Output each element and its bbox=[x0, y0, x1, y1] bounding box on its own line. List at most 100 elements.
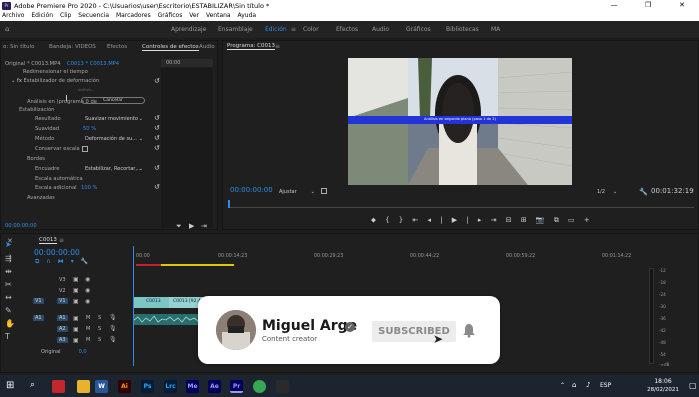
mark-in-button[interactable]: { bbox=[385, 216, 399, 224]
step-forward-button[interactable]: |▸ bbox=[466, 216, 490, 224]
program-timecode[interactable]: 00:00:00:00 bbox=[230, 186, 273, 194]
cancel-button[interactable]: Cancelar bbox=[81, 97, 145, 104]
microphone-icon[interactable]: 🎙 bbox=[109, 336, 117, 343]
taskbar-app-lightroom[interactable]: Lrc bbox=[164, 380, 177, 393]
lock-icon[interactable]: ▣ bbox=[73, 326, 79, 333]
tab-controles-efectos[interactable]: Controles de efectos bbox=[142, 44, 199, 51]
menu-graficos[interactable]: Gráficos bbox=[158, 11, 183, 21]
tab-sin-titulo[interactable]: o: Sin título bbox=[3, 44, 34, 50]
eye-icon[interactable]: ◉ bbox=[85, 276, 90, 283]
reset-addscale-icon[interactable]: ↺ bbox=[154, 183, 160, 191]
extract-button[interactable]: ⊞ bbox=[521, 216, 536, 224]
borders-section[interactable]: Bordes bbox=[27, 156, 45, 165]
taskbar-app-word[interactable]: W bbox=[95, 380, 108, 393]
program-scrubber[interactable] bbox=[228, 200, 694, 208]
method-dropdown[interactable]: Deformación de su... ⌄ bbox=[85, 136, 145, 143]
track-name-a2[interactable]: A2 bbox=[57, 326, 68, 332]
lock-icon[interactable]: ▣ bbox=[73, 315, 79, 322]
track-name-v2[interactable]: V2 bbox=[59, 288, 66, 294]
clock-date[interactable]: 28/02/2021 bbox=[642, 387, 684, 393]
mute-button[interactable]: M bbox=[86, 337, 90, 343]
menu-marcadores[interactable]: Marcadores bbox=[116, 11, 151, 21]
zoom-dropdown[interactable]: Ajustar ⌄ bbox=[279, 189, 321, 197]
solo-button[interactable]: S bbox=[98, 315, 101, 321]
work-area-bar[interactable] bbox=[161, 264, 234, 266]
hand-tool-icon[interactable]: ✋ bbox=[5, 319, 15, 328]
taskbar-app-1[interactable] bbox=[52, 380, 65, 393]
taskbar-app-photoshop[interactable]: Ps bbox=[141, 380, 154, 393]
filter-icon[interactable]: ⏷ bbox=[176, 222, 182, 231]
workspace-bibliotecas[interactable]: Bibliotecas bbox=[446, 26, 479, 33]
comparison-button[interactable]: ⧉ bbox=[554, 216, 568, 224]
network-icon[interactable]: ⌂ bbox=[572, 381, 576, 389]
resolution-dropdown[interactable]: 1/2 ⌄ bbox=[597, 189, 625, 197]
stabilization-section[interactable]: Estabilización bbox=[19, 107, 54, 116]
clip-a1[interactable] bbox=[133, 314, 203, 325]
workspace-graficos[interactable]: Gráficos bbox=[406, 26, 431, 33]
effects-timecode[interactable]: 00:00:00:00 bbox=[5, 223, 37, 232]
go-to-in-button[interactable]: ⇤ bbox=[412, 216, 427, 224]
vr-button[interactable]: ▭ bbox=[568, 216, 584, 224]
nest-icon[interactable]: ⧉ bbox=[35, 258, 46, 265]
menu-ver[interactable]: Ver bbox=[189, 11, 199, 21]
addscale-value[interactable]: 100 % bbox=[81, 185, 97, 194]
solo-button[interactable]: S bbox=[98, 326, 101, 332]
safe-margins-icon[interactable] bbox=[321, 188, 327, 194]
solo-button[interactable]: S bbox=[98, 337, 101, 343]
add-button[interactable]: + bbox=[584, 216, 599, 224]
taskbar-app-illustrator[interactable]: Ai bbox=[118, 380, 131, 393]
system-tray-chevron-icon[interactable]: ⌃ bbox=[560, 382, 565, 389]
master-volume-value[interactable]: 0,0 bbox=[79, 349, 87, 355]
selection-tool-icon[interactable]: ➤ bbox=[5, 240, 12, 249]
menu-archivo[interactable]: Archivo bbox=[2, 11, 24, 21]
lock-icon[interactable]: ▣ bbox=[73, 276, 79, 283]
taskbar-app-2[interactable] bbox=[77, 380, 90, 393]
pen-tool-icon[interactable]: ✎ bbox=[5, 306, 12, 315]
taskbar-app-other[interactable] bbox=[276, 380, 289, 393]
menu-clip[interactable]: Clip bbox=[60, 11, 71, 21]
play-audio-icon[interactable]: ▶ bbox=[189, 222, 194, 230]
workspace-audio[interactable]: Audio bbox=[372, 26, 389, 33]
source-patch-a1[interactable]: A1 bbox=[33, 315, 44, 321]
subscribed-button[interactable]: SUBSCRIBED bbox=[372, 321, 456, 342]
panel-menu-icon[interactable]: ≡ bbox=[275, 43, 280, 50]
preserve-scale-checkbox[interactable] bbox=[82, 146, 88, 152]
snap-icon[interactable]: ∩ bbox=[46, 258, 57, 265]
program-title[interactable]: Programa: C0013 bbox=[227, 43, 276, 50]
menu-edicion[interactable]: Edición bbox=[31, 11, 53, 21]
lock-icon[interactable]: ▣ bbox=[73, 287, 79, 294]
track-name-v1[interactable]: V1 bbox=[57, 298, 68, 304]
stabilizer-row[interactable]: ⌄ fx Estabilizador de deformación bbox=[11, 78, 99, 87]
reset-preserve-icon[interactable]: ↺ bbox=[154, 144, 160, 152]
workspace-ma[interactable]: MA bbox=[491, 26, 500, 33]
lift-button[interactable]: ⊟ bbox=[506, 216, 521, 224]
export-frame-button[interactable]: 📷 bbox=[536, 216, 554, 224]
marker-button[interactable]: ⬥ bbox=[371, 216, 385, 224]
track-name-v3[interactable]: V3 bbox=[59, 277, 66, 283]
notifications-icon[interactable]: ▢ bbox=[689, 381, 697, 390]
notification-bell-icon[interactable] bbox=[461, 322, 477, 338]
reset-method-icon[interactable]: ↺ bbox=[154, 134, 160, 142]
search-icon[interactable]: ⌕ bbox=[30, 380, 35, 390]
play-button[interactable]: ▶ bbox=[452, 216, 467, 224]
maximize-button[interactable]: ❐ bbox=[631, 0, 665, 11]
microphone-icon[interactable]: 🎙 bbox=[109, 325, 117, 332]
workspace-ensamblaje[interactable]: Ensamblaje bbox=[218, 26, 253, 33]
reset-result-icon[interactable]: ↺ bbox=[154, 114, 160, 122]
mute-button[interactable]: M bbox=[86, 326, 90, 332]
taskbar-app-premiere[interactable]: Pr bbox=[230, 380, 243, 393]
eye-icon[interactable]: ◉ bbox=[85, 287, 90, 294]
ripple-edit-tool-icon[interactable]: ⇹ bbox=[5, 267, 12, 276]
export-icon[interactable]: ⇥ bbox=[201, 222, 207, 230]
tab-audio[interactable]: Audio bbox=[199, 44, 215, 50]
mute-button[interactable]: M bbox=[86, 315, 90, 321]
windows-start-icon[interactable]: ⊞ bbox=[6, 380, 14, 391]
result-dropdown[interactable]: Suavizar movimiento ⌄ bbox=[85, 116, 145, 123]
taskbar-app-chrome[interactable] bbox=[253, 380, 266, 393]
mark-out-button[interactable]: } bbox=[399, 216, 413, 224]
autoscale-row[interactable]: Escala automática bbox=[35, 176, 83, 185]
menu-secuencia[interactable]: Secuencia bbox=[78, 11, 109, 21]
taskbar-app-after-effects[interactable]: Ae bbox=[208, 380, 221, 393]
language-indicator[interactable]: ESP bbox=[600, 382, 611, 389]
razor-tool-icon[interactable]: ✂ bbox=[5, 280, 12, 289]
